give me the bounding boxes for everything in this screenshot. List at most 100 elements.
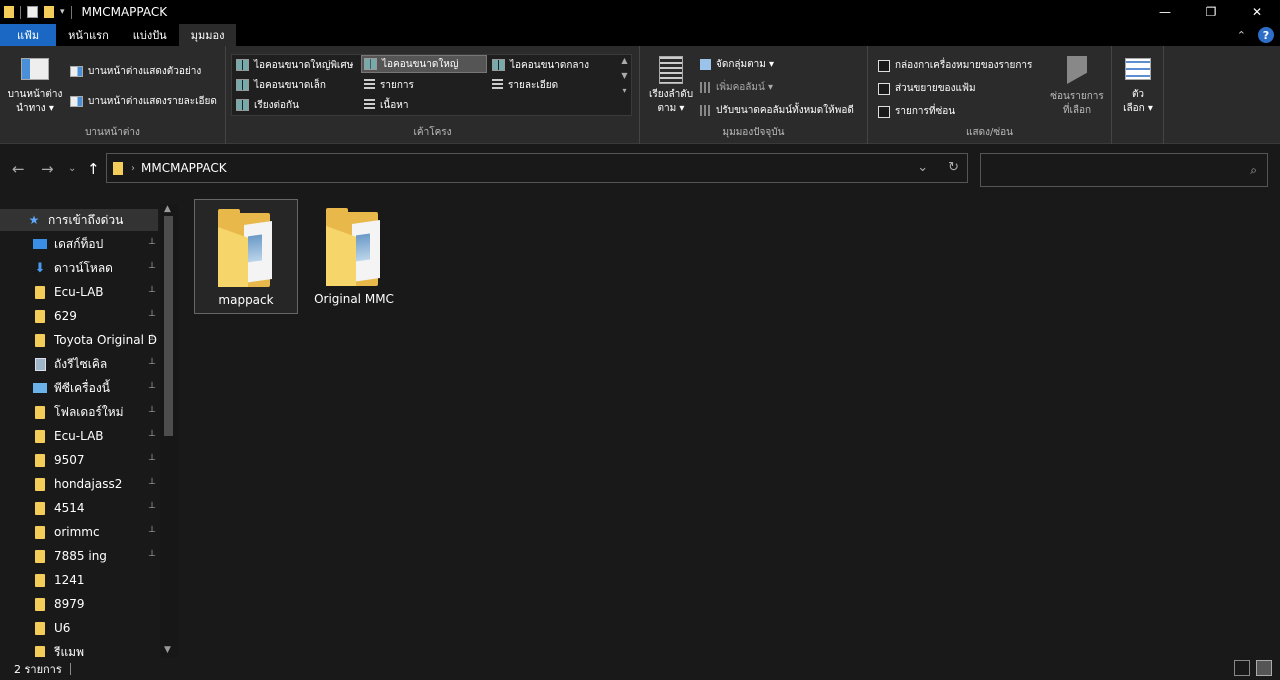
forward-button[interactable]: → — [41, 160, 54, 178]
layout-label: เนื้อหา — [380, 99, 409, 111]
sidebar-item[interactable]: U6 — [0, 617, 158, 639]
file-extensions-toggle[interactable]: ส่วนขยายของแฟ้ม — [878, 81, 976, 96]
folder-item[interactable]: Original MMC — [302, 199, 406, 314]
sidebar-item[interactable]: โฟลเดอร์ใหม่ ⊥ — [0, 401, 158, 423]
size-columns-button[interactable]: ปรับขนาดคอลัมน์ทั้งหมดให้พอดี — [700, 103, 854, 118]
navigation-pane-button[interactable]: บานหน้าต่าง นำทาง ▾ — [4, 58, 66, 116]
tab-home[interactable]: หน้าแรก — [56, 24, 121, 46]
details-pane-button[interactable]: บานหน้าต่างแสดงรายละเอียด — [70, 94, 217, 109]
layout-large-icons[interactable]: ไอคอนขนาดใหญ่ — [361, 55, 487, 73]
content-icon — [364, 99, 375, 111]
sidebar-item[interactable]: 9507 ⊥ — [0, 449, 158, 471]
sidebar-item-label: Toyota Original D — [54, 333, 157, 347]
gallery-down-icon[interactable]: ▼ — [621, 71, 627, 80]
add-columns-button[interactable]: เพิ่มคอลัมน์ ▾ — [700, 80, 773, 95]
sidebar-item[interactable]: ⬇ ดาวน์โหลด ⊥ — [0, 257, 158, 279]
scroll-down-icon[interactable]: ▼ — [164, 645, 171, 655]
sidebar-scrollbar[interactable]: ▲ ▼ — [160, 204, 178, 657]
gallery-more-icon[interactable]: ▾ — [622, 86, 626, 95]
sort-by-button[interactable]: เรียงลำดับ ตาม ▾ — [646, 56, 696, 116]
ribbon-tabs: แฟ้ม หน้าแรก แบ่งปัน มุมมอง ⌃ ? — [0, 24, 1280, 46]
sidebar-item[interactable]: 629 ⊥ — [0, 305, 158, 327]
layout-small-icons[interactable]: ไอคอนขนาดเล็ก — [234, 76, 328, 94]
scrollbar-thumb[interactable] — [164, 216, 173, 436]
address-controls: ⌄ ↻ — [917, 160, 959, 175]
folder-icon — [32, 549, 48, 563]
restore-button[interactable]: ❐ — [1188, 0, 1234, 24]
minimize-button[interactable]: — — [1142, 0, 1188, 24]
sidebar-item[interactable]: Toyota Original D ⊥ — [0, 329, 158, 351]
checkbox[interactable] — [878, 59, 890, 72]
address-dropdown-icon[interactable]: ⌄ — [917, 160, 928, 175]
sidebar-item[interactable]: orimmc ⊥ — [0, 521, 158, 543]
gallery-up-icon[interactable]: ▲ — [621, 56, 627, 65]
sidebar-item[interactable]: ★ การเข้าถึงด่วน — [0, 209, 158, 231]
search-input[interactable] — [981, 154, 1231, 184]
layout-details[interactable]: รายละเอียด — [490, 76, 560, 94]
breadcrumb-separator[interactable]: › — [131, 163, 135, 174]
hidden-items-toggle[interactable]: รายการที่ซ่อน — [878, 104, 955, 119]
group-by-button[interactable]: จัดกลุ่มตาม ▾ — [700, 57, 774, 72]
layout-label: เรียงต่อกัน — [254, 99, 299, 111]
tab-share[interactable]: แบ่งปัน — [121, 24, 179, 46]
properties-icon[interactable] — [27, 6, 38, 18]
layout-list[interactable]: รายการ — [362, 76, 416, 94]
layout-tiles[interactable]: เรียงต่อกัน — [234, 96, 301, 114]
sidebar-item[interactable]: Ecu-LAB ⊥ — [0, 425, 158, 447]
tab-view[interactable]: มุมมอง — [178, 24, 237, 46]
sidebar-item-label: 7885 ing — [54, 549, 107, 563]
sidebar-item[interactable]: hondajass2 ⊥ — [0, 473, 158, 495]
hide-selected-icon — [1067, 56, 1087, 84]
folder-item[interactable]: mappack — [194, 199, 298, 314]
close-button[interactable]: ✕ — [1234, 0, 1280, 24]
options-button[interactable]: ตัว เลือก ▾ — [1120, 58, 1156, 116]
address-bar[interactable]: › MMCMAPPACK ⌄ ↻ — [106, 153, 968, 183]
recent-locations-button[interactable]: ⌄ — [68, 163, 76, 174]
sidebar-item[interactable]: 7885 ing ⊥ — [0, 545, 158, 567]
folder-icon — [32, 333, 48, 347]
item-count: 2 รายการ — [14, 662, 62, 676]
folder-icon — [322, 208, 386, 286]
group-by-label: จัดกลุ่มตาม ▾ — [716, 59, 775, 70]
breadcrumb-current[interactable]: MMCMAPPACK — [141, 161, 227, 175]
item-checkboxes-toggle[interactable]: กล่องกาเครื่องหมายของรายการ — [878, 58, 1032, 73]
layout-gallery: ไอคอนขนาดใหญ่พิเศษ ไอคอนขนาดใหญ่ ไอคอนขน… — [231, 54, 632, 116]
up-button[interactable]: ↑ — [87, 160, 100, 178]
sidebar-item-label: 9507 — [54, 453, 85, 467]
folder-icon — [32, 429, 48, 443]
collapse-ribbon-icon[interactable]: ⌃ — [1237, 29, 1246, 42]
sidebar-item[interactable]: เดสก์ท็อป ⊥ — [0, 233, 158, 255]
new-folder-icon[interactable] — [44, 6, 54, 18]
extra-large-icons-icon — [236, 59, 249, 71]
customize-toolbar-icon[interactable]: ▾ — [60, 7, 65, 17]
sidebar-item[interactable]: พีซีเครื่องนี้ ⊥ — [0, 377, 158, 399]
refresh-icon[interactable]: ↻ — [948, 160, 959, 175]
tab-file[interactable]: แฟ้ม — [0, 24, 57, 46]
group-label: บานหน้าต่าง — [85, 127, 140, 138]
layout-content[interactable]: เนื้อหา — [362, 96, 410, 114]
status-bar: 2 รายการ — [0, 657, 1280, 680]
sidebar-item[interactable]: ถังรีไซเคิล ⊥ — [0, 353, 158, 375]
back-button[interactable]: ← — [12, 160, 25, 178]
sidebar-item[interactable]: รีแมพ — [0, 641, 158, 657]
search-box[interactable]: ⌕ — [980, 153, 1268, 187]
medium-icons-icon — [492, 59, 505, 71]
scroll-up-icon[interactable]: ▲ — [164, 204, 171, 214]
pin-icon: ⊥ — [148, 333, 156, 343]
panes-group: บานหน้าต่าง นำทาง ▾ บานหน้าต่างแสดงตัวอย… — [0, 46, 226, 144]
layout-medium-icons[interactable]: ไอคอนขนาดกลาง — [490, 56, 591, 74]
sidebar-item-label: 629 — [54, 309, 77, 323]
large-icons-view-button[interactable] — [1256, 660, 1272, 676]
sidebar-item[interactable]: 4514 ⊥ — [0, 497, 158, 519]
sidebar-item[interactable]: Ecu-LAB ⊥ — [0, 281, 158, 303]
checkbox[interactable] — [878, 82, 890, 95]
sidebar-item[interactable]: 8979 — [0, 593, 158, 615]
details-view-button[interactable] — [1234, 660, 1250, 676]
sidebar-item[interactable]: 1241 — [0, 569, 158, 591]
layout-extra-large-icons[interactable]: ไอคอนขนาดใหญ่พิเศษ — [234, 56, 355, 74]
checkbox[interactable] — [878, 105, 890, 118]
layout-label: รายการ — [380, 79, 414, 91]
hide-selected-button[interactable]: ซ่อนรายการ ที่เลือก — [1044, 56, 1110, 118]
preview-pane-button[interactable]: บานหน้าต่างแสดงตัวอย่าง — [70, 64, 201, 79]
help-icon[interactable]: ? — [1258, 27, 1274, 43]
